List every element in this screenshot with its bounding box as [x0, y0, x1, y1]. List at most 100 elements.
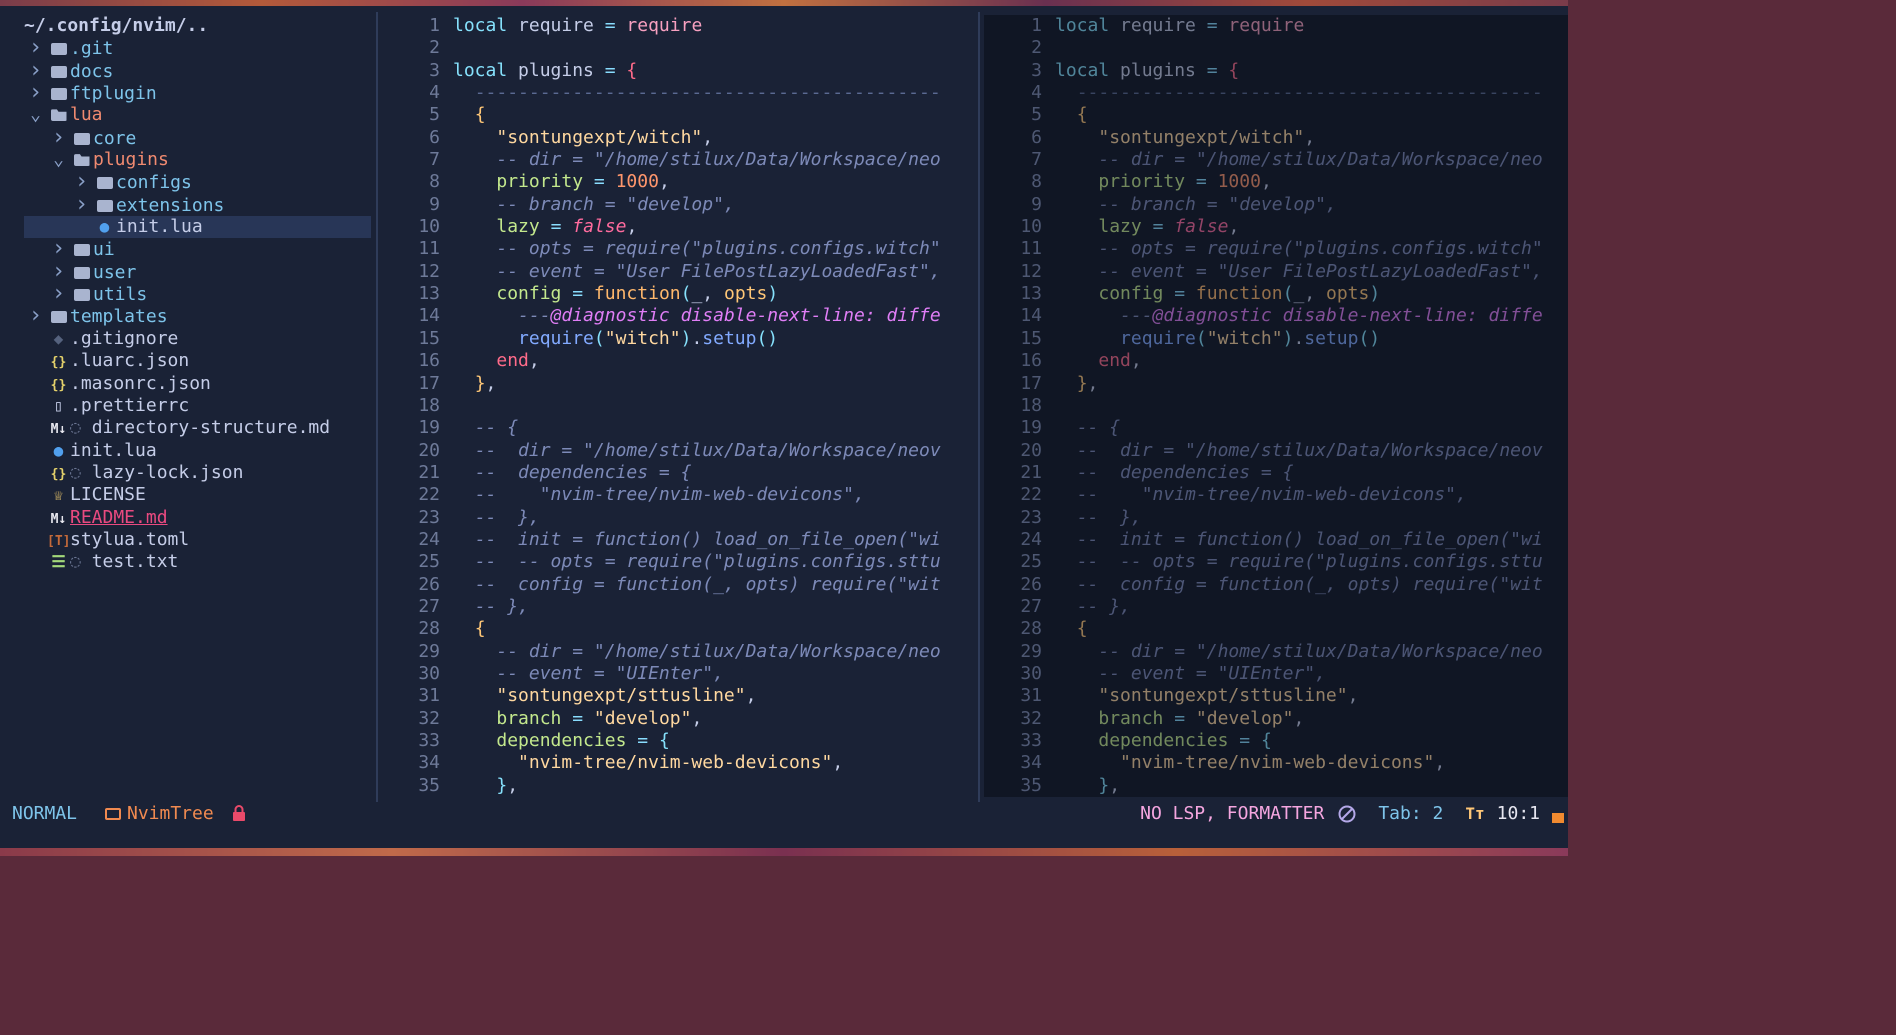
code-line[interactable]: 15 require("witch").setup()	[378, 328, 978, 350]
tree-file[interactable]: ▯ .prettierrc	[0, 395, 376, 417]
code-line[interactable]: 21 -- dependencies = {	[984, 462, 1568, 484]
code-line[interactable]: 7 -- dir = "/home/stilux/Data/Workspace/…	[984, 149, 1568, 171]
chevron-right-icon[interactable]: ›	[47, 238, 70, 260]
code-line[interactable]: 15 require("witch").setup()	[984, 328, 1568, 350]
code-line[interactable]: 23 -- },	[378, 507, 978, 529]
tree-file[interactable]: ● init.lua	[0, 440, 376, 462]
code-line[interactable]: 25 -- -- opts = require("plugins.configs…	[378, 551, 978, 573]
tree-folder[interactable]: › utils	[0, 283, 376, 305]
code-line[interactable]: 8 priority = 1000,	[984, 171, 1568, 193]
code-line[interactable]: 6 "sontungexpt/witch",	[378, 127, 978, 149]
code-line[interactable]: 31 "sontungexpt/sttusline",	[984, 685, 1568, 707]
code-line[interactable]: 2	[378, 37, 978, 59]
code-line[interactable]: 26 -- config = function(_, opts) require…	[378, 574, 978, 596]
chevron-right-icon[interactable]: ›	[24, 37, 47, 59]
code-line[interactable]: 28 {	[984, 618, 1568, 640]
tree-file[interactable]: ◆ .gitignore	[0, 328, 376, 350]
code-line[interactable]: 23 -- },	[984, 507, 1568, 529]
code-line[interactable]: 16 end,	[984, 350, 1568, 372]
chevron-down-icon[interactable]: ⌄	[24, 104, 47, 126]
code-line[interactable]: 30 -- event = "UIEnter",	[984, 663, 1568, 685]
tree-file[interactable]: {} .luarc.json	[0, 350, 376, 372]
code-line[interactable]: 14 ---@diagnostic disable-next-line: dif…	[984, 305, 1568, 327]
code-line[interactable]: 35 },	[984, 775, 1568, 797]
tree-file[interactable]: M↓ ◌ directory-structure.md	[0, 417, 376, 439]
code-line[interactable]: 11 -- opts = require("plugins.configs.wi…	[378, 238, 978, 260]
chevron-down-icon[interactable]: ⌄	[47, 149, 70, 171]
tree-folder[interactable]: › ui	[0, 238, 376, 260]
code-line[interactable]: 22 -- "nvim-tree/nvim-web-devicons",	[378, 484, 978, 506]
code-line[interactable]: 33 dependencies = {	[984, 730, 1568, 752]
code-line[interactable]: 18	[378, 395, 978, 417]
code-line[interactable]: 5 {	[984, 104, 1568, 126]
code-line[interactable]: 19 -- {	[378, 417, 978, 439]
code-line[interactable]: 13 config = function(_, opts)	[378, 283, 978, 305]
file-tree-panel[interactable]: ~/.config/nvim/.. › .git › docs › ftplugin ⌄ lu…	[0, 15, 376, 797]
code-line[interactable]: 14 ---@diagnostic disable-next-line: dif…	[378, 305, 978, 327]
chevron-right-icon[interactable]: ›	[70, 194, 93, 216]
code-line[interactable]: 1 local require = require	[378, 15, 978, 37]
tree-file[interactable]: {} .masonrc.json	[0, 373, 376, 395]
editor-pane-active[interactable]: 1 local require = require 2 3 local plugins …	[378, 15, 978, 797]
code-line[interactable]: 34 "nvim-tree/nvim-web-devicons",	[984, 752, 1568, 774]
code-line[interactable]: 5 {	[378, 104, 978, 126]
code-line[interactable]: 32 branch = "develop",	[984, 708, 1568, 730]
code-line[interactable]: 12 -- event = "User FilePostLazyLoadedFa…	[984, 261, 1568, 283]
code-line[interactable]: 4 --------------------------------------…	[378, 82, 978, 104]
code-line[interactable]: 22 -- "nvim-tree/nvim-web-devicons",	[984, 484, 1568, 506]
code-line[interactable]: 32 branch = "develop",	[378, 708, 978, 730]
code-line[interactable]: 26 -- config = function(_, opts) require…	[984, 574, 1568, 596]
tree-folder[interactable]: › docs	[0, 60, 376, 82]
code-line[interactable]: 3 local plugins = {	[378, 60, 978, 82]
code-line[interactable]: 6 "sontungexpt/witch",	[984, 127, 1568, 149]
code-line[interactable]: 34 "nvim-tree/nvim-web-devicons",	[378, 752, 978, 774]
chevron-right-icon[interactable]: ›	[24, 305, 47, 327]
chevron-right-icon[interactable]: ›	[70, 171, 93, 193]
code-line[interactable]: 30 -- event = "UIEnter",	[378, 663, 978, 685]
code-line[interactable]: 16 end,	[378, 350, 978, 372]
code-line[interactable]: 29 -- dir = "/home/stilux/Data/Workspace…	[984, 641, 1568, 663]
tree-folder[interactable]: › ftplugin	[0, 82, 376, 104]
code-line[interactable]: 10 lazy = false,	[378, 216, 978, 238]
code-line[interactable]: 33 dependencies = {	[378, 730, 978, 752]
code-line[interactable]: 20 -- dir = "/home/stilux/Data/Workspace…	[984, 440, 1568, 462]
tree-file[interactable]: [T]stylua.toml	[0, 529, 376, 551]
code-line[interactable]: 8 priority = 1000,	[378, 171, 978, 193]
tree-folder[interactable]: › core	[0, 127, 376, 149]
code-line[interactable]: 25 -- -- opts = require("plugins.configs…	[984, 551, 1568, 573]
code-line[interactable]: 7 -- dir = "/home/stilux/Data/Workspace/…	[378, 149, 978, 171]
tree-folder[interactable]: › extensions	[0, 194, 376, 216]
code-line[interactable]: 24 -- init = function() load_on_file_ope…	[984, 529, 1568, 551]
code-line[interactable]: 9 -- branch = "develop",	[984, 194, 1568, 216]
chevron-right-icon[interactable]: ›	[47, 283, 70, 305]
code-line[interactable]: 27 -- },	[984, 596, 1568, 618]
tree-folder[interactable]: › .git	[0, 37, 376, 59]
window-separator-right[interactable]	[978, 12, 980, 802]
code-line[interactable]: 10 lazy = false,	[984, 216, 1568, 238]
code-line[interactable]: 28 {	[378, 618, 978, 640]
code-line[interactable]: 1 local require = require	[984, 15, 1568, 37]
chevron-right-icon[interactable]: ›	[24, 60, 47, 82]
chevron-right-icon[interactable]: ›	[47, 127, 70, 149]
chevron-right-icon[interactable]: ›	[24, 82, 47, 104]
code-line[interactable]: 29 -- dir = "/home/stilux/Data/Workspace…	[378, 641, 978, 663]
tree-folder[interactable]: ⌄ plugins	[0, 149, 376, 171]
tree-folder[interactable]: › user	[0, 261, 376, 283]
code-line[interactable]: 18	[984, 395, 1568, 417]
code-line[interactable]: 24 -- init = function() load_on_file_ope…	[378, 529, 978, 551]
tree-file[interactable]: ● init.lua	[24, 216, 371, 239]
tree-file[interactable]: ☰ ◌ test.txt	[0, 551, 376, 573]
code-line[interactable]: 4 --------------------------------------…	[984, 82, 1568, 104]
tree-folder[interactable]: › configs	[0, 171, 376, 193]
code-line[interactable]: 13 config = function(_, opts)	[984, 283, 1568, 305]
code-line[interactable]: 17 },	[378, 373, 978, 395]
chevron-right-icon[interactable]: ›	[47, 261, 70, 283]
code-line[interactable]: 17 },	[984, 373, 1568, 395]
code-line[interactable]: 19 -- {	[984, 417, 1568, 439]
code-line[interactable]: 21 -- dependencies = {	[378, 462, 978, 484]
tree-folder[interactable]: ⌄ lua	[0, 104, 376, 126]
code-line[interactable]: 2	[984, 37, 1568, 59]
code-line[interactable]: 11 -- opts = require("plugins.configs.wi…	[984, 238, 1568, 260]
editor-pane-inactive[interactable]: 1 local require = require 2 3 local plugins …	[984, 15, 1568, 797]
code-line[interactable]: 31 "sontungexpt/sttusline",	[378, 685, 978, 707]
